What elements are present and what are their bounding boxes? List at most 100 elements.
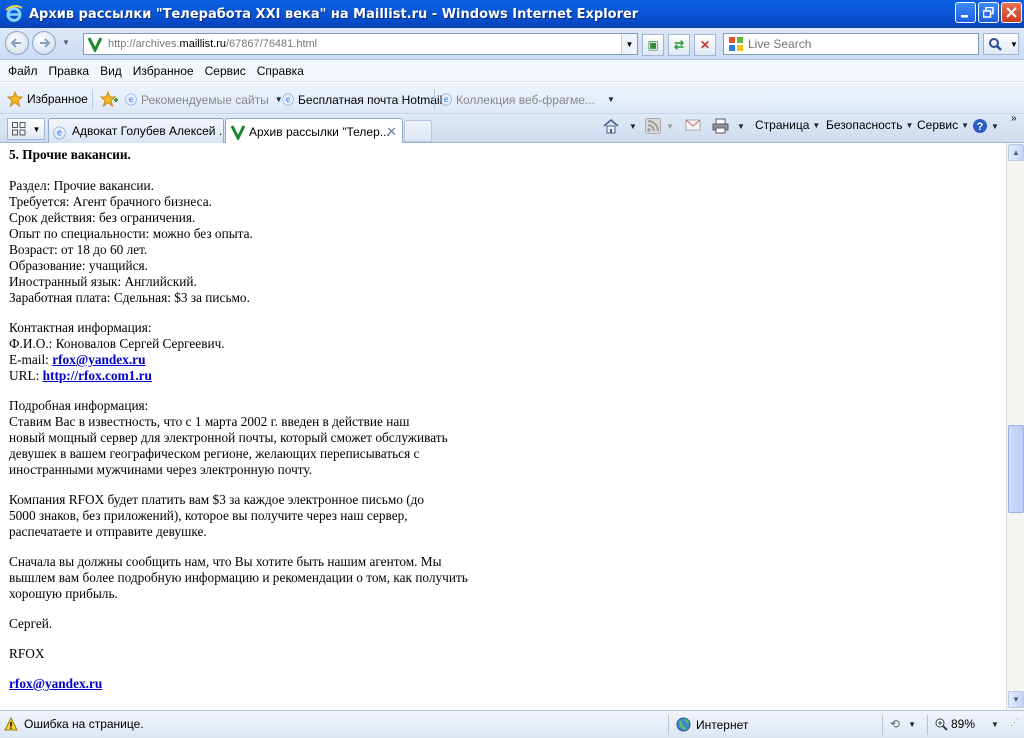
stop-button[interactable]: ✕ [694,34,716,56]
refresh-button[interactable]: ⇄ [668,34,690,56]
close-icon [1006,7,1017,18]
menu-file[interactable]: Файл [8,64,38,78]
zoom-level: 89% [951,717,976,731]
menu-edit[interactable]: Правка [49,64,90,78]
minimize-button[interactable] [955,2,976,23]
hotmail-link[interactable]: ⓔ Бесплатная почта Hotmail [282,91,442,108]
zoom-button[interactable]: 89% ▼ [935,717,999,731]
menu-tools[interactable]: Сервис [205,64,246,78]
ie-page-icon: ⓔ [282,93,295,107]
back-arrow-icon [10,38,21,48]
email-link[interactable]: rfox@yandex.ru [52,352,145,367]
forward-arrow-icon [40,38,51,48]
tools-menu-label: Сервис [917,118,959,132]
search-button[interactable]: ▼ [983,33,1019,55]
ie-page-icon: ⓔ [440,93,453,107]
tab-maillist-archive[interactable]: Архив рассылки "Телер... ✕ [225,118,403,144]
compatibility-icon: ▣ [647,38,659,52]
page-content: 5. Прочие вакансии. Раздел: Прочие вакан… [0,143,1006,710]
status-bar: Ошибка на странице. Интернет ⟲ ▼ 89% ▼ ⋰ [0,710,1024,738]
svg-text:?: ? [977,121,984,133]
protected-mode-button[interactable]: ⟲ ▼ [890,717,916,731]
menu-view[interactable]: Вид [100,64,122,78]
compatibility-view-button[interactable]: ▣ [642,34,664,56]
payment-paragraph: Компания RFOX будет платить вам $3 за ка… [9,492,425,539]
search-icon [989,38,1002,51]
address-bar[interactable]: http://archives.maillist.ru/67867/76481.… [83,33,638,55]
refresh-icon: ⇄ [673,38,685,52]
signature-name: Сергей. [9,616,53,631]
tools-menu-button[interactable]: Сервис ▼ [917,118,969,132]
instructions-paragraph: Сначала вы должны сообщить нам, что Вы х… [9,554,468,601]
add-to-favorites-bar-button[interactable] [100,91,118,107]
favorites-label: Избранное [27,92,88,106]
scroll-down-button[interactable]: ▼ [1008,691,1024,708]
back-button[interactable] [5,31,29,55]
minimize-icon [961,15,968,18]
rss-feed-icon [645,118,661,134]
safety-menu-button[interactable]: Безопасность ▼ [826,118,913,132]
search-input[interactable] [748,37,968,51]
tab-label: Адвокат Голубев Алексей ... [72,124,224,138]
menu-favorites[interactable]: Избранное [133,64,194,78]
recent-pages-dropdown[interactable]: ▼ [62,38,70,47]
page-menu-button[interactable]: Страница ▼ [755,118,820,132]
ie-page-icon: ⓔ [53,126,67,141]
favorites-button[interactable]: Избранное [7,91,88,107]
page-menu-label: Страница [755,118,810,132]
forward-button[interactable] [32,31,56,55]
globe-icon [676,717,691,732]
search-box[interactable] [723,33,979,55]
suggested-sites-link[interactable]: ⓔ Рекомендуемые сайты ▼ [125,91,283,108]
favorites-bar: Избранное ⓔ Рекомендуемые сайты ▼ ⓔ Бесп… [0,83,1024,114]
website-link[interactable]: http://rfox.com1.ru [43,368,152,383]
restore-button[interactable] [978,2,999,23]
home-icon [603,118,619,134]
print-button[interactable]: ▼ [712,118,745,134]
add-favorite-icon [100,91,118,107]
more-commands-chevron-icon[interactable]: » [1011,113,1017,124]
address-dropdown-button[interactable]: ▼ [621,34,637,54]
help-button[interactable]: ? ▼ [972,118,999,134]
safety-menu-label: Безопасность [826,118,903,132]
page-error-indicator[interactable]: Ошибка на странице. [4,717,144,731]
feeds-button[interactable]: ▼ [645,118,674,134]
tab-advocate[interactable]: ⓔ Адвокат Голубев Алексей ... [48,118,224,143]
scroll-thumb[interactable] [1008,425,1024,513]
ie-logo-icon [5,5,23,22]
menu-help[interactable]: Справка [257,64,304,78]
section-heading: 5. Прочие вакансии. [9,147,131,162]
security-zone[interactable]: Интернет [676,717,748,732]
web-slice-gallery-link[interactable]: ⓔ Коллекция веб-фрагме... ▼ [440,91,615,108]
resize-grip-icon[interactable]: ⋰ [1010,717,1019,728]
read-mail-button[interactable] [685,118,701,132]
close-tab-icon[interactable]: ✕ [386,124,397,140]
quick-tabs-button[interactable]: ▼ [7,118,45,140]
contact-info: Контактная информация: Ф.И.О.: Коновалов… [9,320,225,383]
mail-icon [685,119,701,131]
signature-email-link[interactable]: rfox@yandex.ru [9,676,102,691]
zoom-icon [935,718,948,731]
printer-icon [712,118,729,134]
close-window-button[interactable] [1001,2,1022,23]
arrow-up-icon: ▲ [1012,148,1020,157]
scroll-up-button[interactable]: ▲ [1008,144,1024,161]
help-icon: ? [973,119,987,133]
ie-page-icon: ⓔ [125,93,138,107]
new-tab-button[interactable] [404,120,432,142]
live-search-logo-icon [729,37,743,51]
quick-tabs-icon [11,122,26,136]
zone-label: Интернет [696,717,749,732]
signature-company: RFOX [9,646,45,661]
star-icon [7,91,23,107]
status-message: Ошибка на странице. [24,717,144,731]
home-button[interactable]: ▼ [603,118,637,134]
stop-icon: ✕ [699,38,711,52]
vertical-scrollbar[interactable]: ▲ ▼ [1006,143,1024,710]
site-favicon-icon [87,36,103,52]
address-url: http://archives.maillist.ru/67867/76481.… [108,38,318,50]
tab-label: Архив рассылки "Телер... [249,124,390,139]
protected-mode-icon: ⟲ [890,717,901,731]
warning-icon [4,717,18,731]
window-title-bar[interactable]: Архив рассылки "Телеработа XXI века" на … [0,0,1024,28]
